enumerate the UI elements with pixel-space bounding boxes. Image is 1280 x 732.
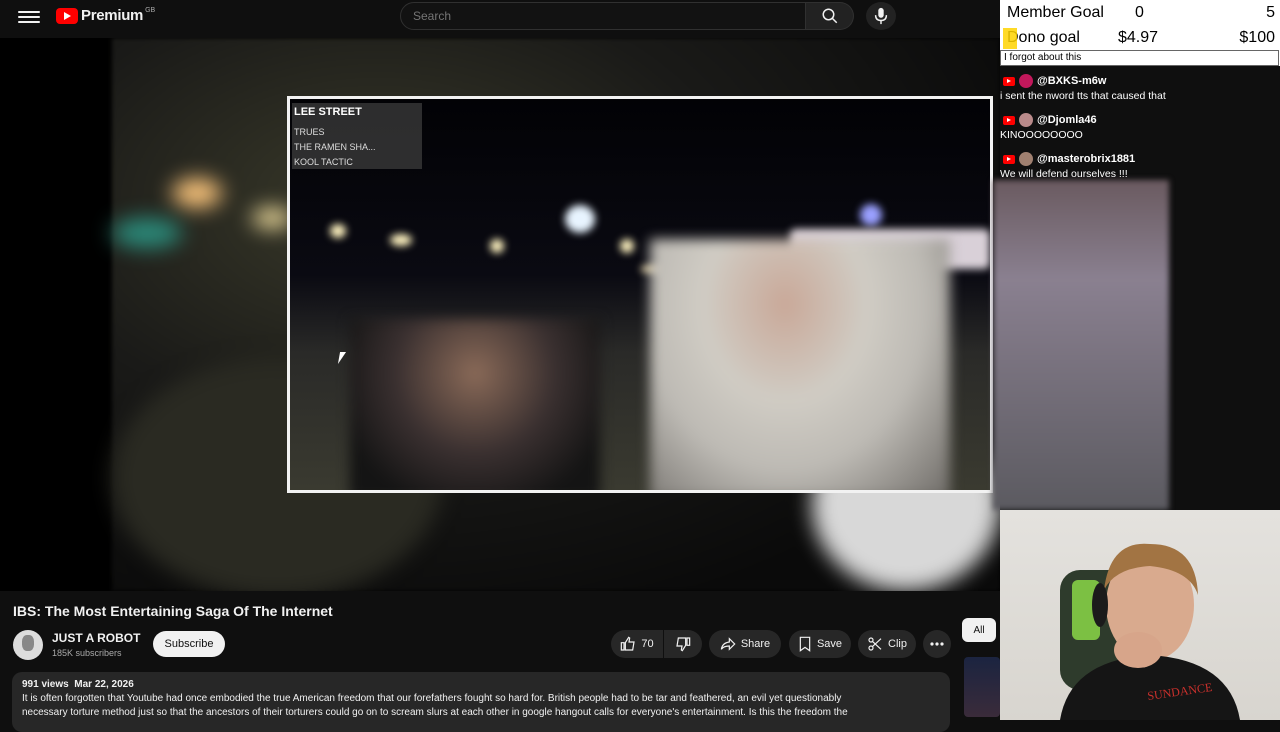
streamer-figure: SUNDANCE — [1060, 543, 1240, 720]
chat-text: We will defend ourselves !!! — [1000, 168, 1128, 180]
bookmark-icon — [799, 636, 811, 652]
person-left — [350, 319, 600, 490]
dono-goal-current: $4.97 — [1118, 29, 1159, 46]
dislike-button[interactable] — [664, 630, 702, 658]
chat-text: i sent the nword tts that caused that — [1000, 90, 1166, 102]
dono-goal-label: Dono goal — [1007, 29, 1080, 46]
channel-name[interactable]: JUST A ROBOT — [52, 631, 140, 645]
clip-button[interactable]: Clip — [858, 630, 916, 658]
upload-date: Mar 22, 2026 — [74, 679, 134, 690]
voice-search-button[interactable] — [866, 2, 896, 30]
description-text: It is often forgotten that Youtube had o… — [22, 693, 842, 704]
chat-avatar — [1019, 152, 1033, 166]
share-label: Share — [740, 638, 771, 650]
chat-header: @BXKS-m6w — [1000, 74, 1275, 88]
more-actions-button[interactable] — [923, 630, 951, 658]
like-count: 70 — [641, 638, 654, 650]
chat-text: KINOOOOOOOO — [1000, 129, 1083, 141]
chat-message: @Djomla46 KINOOOOOOOO — [1000, 113, 1275, 141]
stream-overlay-list: LEE STREET TRUES THE RAMEN SHA... KOOL T… — [292, 103, 422, 169]
chat-header: @masterobrix1881 — [1000, 152, 1275, 166]
top-bar: Premium GB — [0, 0, 1000, 38]
related-video-thumbnail[interactable] — [964, 657, 1000, 717]
search-icon — [822, 8, 837, 24]
goal-comment: I forgot about this — [1000, 50, 1279, 66]
chat-username: @masterobrix1881 — [1037, 153, 1136, 165]
youtube-play-icon — [56, 7, 78, 24]
thumbs-down-icon — [676, 637, 691, 652]
chip-all[interactable]: All — [962, 618, 996, 642]
streamer-webcam: SUNDANCE — [1000, 510, 1280, 720]
youtube-badge-icon — [1003, 115, 1015, 125]
more-horizontal-icon — [930, 642, 944, 646]
video-description[interactable]: 991 views Mar 22, 2026 It is often forgo… — [12, 672, 950, 732]
member-goal-label: Member Goal — [1007, 4, 1104, 21]
video-title: IBS: The Most Entertaining Saga Of The I… — [13, 603, 333, 619]
live-chat: @BXKS-m6w i sent the nword tts that caus… — [1000, 68, 1280, 198]
youtube-badge-icon — [1003, 76, 1015, 86]
menu-icon[interactable] — [18, 8, 40, 26]
dono-progress-bar — [1003, 28, 1017, 49]
scissors-icon — [868, 637, 882, 651]
chat-username: @BXKS-m6w — [1037, 75, 1107, 87]
overlay-item: TRUES — [294, 127, 325, 137]
youtube-badge-icon — [1003, 154, 1015, 164]
subscriber-count: 185K subscribers — [52, 648, 122, 658]
chat-username: @Djomla46 — [1037, 114, 1097, 126]
side-blurred-background — [993, 180, 1169, 510]
overlay-item: KOOL TACTIC — [294, 157, 353, 167]
save-button[interactable]: Save — [789, 630, 851, 658]
chat-header: @Djomla46 — [1000, 113, 1275, 127]
person-right — [650, 239, 950, 490]
chat-message: @BXKS-m6w i sent the nword tts that caus… — [1000, 74, 1275, 102]
member-goal-current: 0 — [1135, 4, 1144, 21]
overlay-title: LEE STREET — [294, 106, 362, 118]
channel-avatar[interactable] — [13, 630, 43, 660]
logo-region: GB — [145, 7, 156, 14]
share-button[interactable]: Share — [709, 630, 781, 658]
channel-action-row: JUST A ROBOT 185K subscribers Subscribe … — [13, 628, 993, 662]
logo-text: Premium — [81, 7, 144, 24]
dono-goal-target: $100 — [1239, 29, 1275, 46]
chat-message: @masterobrix1881 We will defend ourselve… — [1000, 152, 1275, 180]
chat-avatar — [1019, 113, 1033, 127]
member-goal-target: 5 — [1266, 4, 1275, 21]
thumbs-up-icon — [621, 636, 636, 651]
view-count: 991 views — [22, 679, 69, 690]
overlay-item: THE RAMEN SHA... — [294, 142, 376, 152]
search-button[interactable] — [806, 2, 854, 30]
chat-avatar — [1019, 74, 1033, 88]
description-text: necessary torture method just so that th… — [22, 707, 848, 718]
embedded-video-frame: LEE STREET TRUES THE RAMEN SHA... KOOL T… — [287, 96, 993, 493]
save-label: Save — [816, 638, 843, 650]
clip-label: Clip — [888, 638, 907, 650]
description-meta: 991 views Mar 22, 2026 — [22, 678, 940, 692]
microphone-icon — [874, 7, 888, 25]
like-button[interactable]: 70 — [611, 630, 663, 658]
search-input[interactable] — [400, 2, 806, 30]
subscribe-button[interactable]: Subscribe — [153, 631, 225, 657]
youtube-premium-logo[interactable]: Premium GB — [56, 7, 155, 24]
share-icon — [720, 637, 736, 651]
